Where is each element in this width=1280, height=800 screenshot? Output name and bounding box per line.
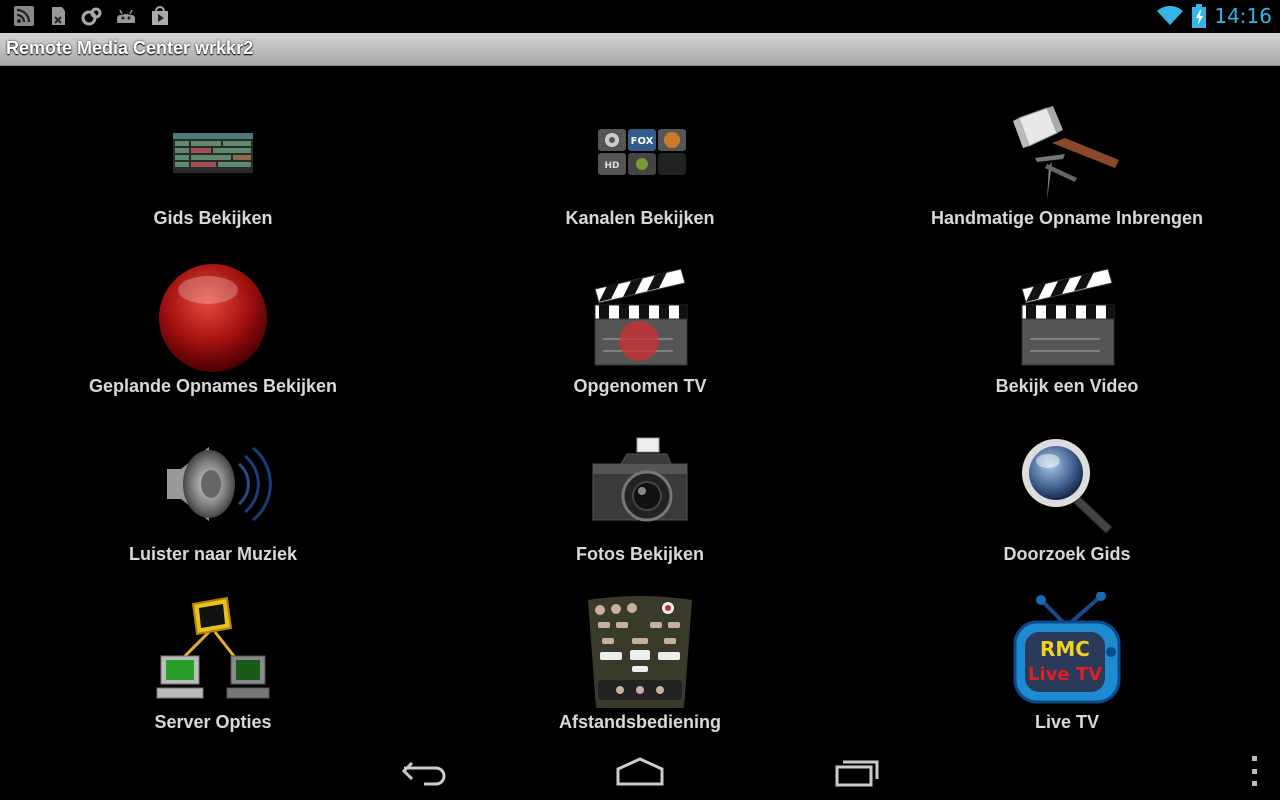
- menu-item-kanalen-bekijken[interactable]: FOX HD Kanalen Bekijken: [427, 66, 853, 234]
- menu-item-live-tv[interactable]: RMC Live TV Live TV: [854, 570, 1280, 738]
- rss-icon: [14, 6, 34, 26]
- network-icon: [156, 596, 270, 699]
- play-store-icon: [152, 6, 168, 25]
- menu-item-label: Bekijk een Video: [995, 376, 1139, 396]
- back-icon: [401, 761, 446, 786]
- clock: 14:16: [1214, 4, 1272, 28]
- magnifier-icon: [1022, 439, 1113, 534]
- menu-item-label: Server Opties: [154, 712, 272, 732]
- recent-apps-button[interactable]: [822, 752, 892, 792]
- live-tv-icon: RMC Live TV: [1013, 592, 1121, 704]
- menu-item-label: Live TV: [1034, 712, 1100, 732]
- menu-item-opgenomen-tv[interactable]: Opgenomen TV: [427, 234, 853, 402]
- menu-item-label: Fotos Bekijken: [575, 544, 705, 564]
- menu-item-label: Handmatige Opname Inbrengen: [930, 208, 1204, 228]
- svg-text:FOX: FOX: [631, 136, 654, 147]
- camera-icon: [592, 437, 688, 522]
- menu-grid: Gids Bekijken FOX HD Kanalen Bekijken Ha…: [0, 66, 1280, 742]
- app-title: Remote Media Center wrkkr2: [6, 38, 254, 58]
- menu-item-label: Afstandsbediening: [558, 712, 721, 732]
- app-title-bar: Remote Media Center wrkkr2: [0, 33, 1280, 66]
- menu-item-label: Doorzoek Gids: [1003, 544, 1131, 564]
- tv-guide-icon: [173, 133, 253, 173]
- live-tv-badge-bottom: Live TV: [1028, 664, 1102, 685]
- clapperboard-icon: [1021, 268, 1115, 366]
- android-debug-icon: [117, 9, 135, 23]
- menu-item-gids-bekijken[interactable]: Gids Bekijken: [0, 66, 426, 234]
- home-icon: [616, 757, 664, 786]
- sync-icon: [81, 7, 102, 26]
- menu-item-label: Kanalen Bekijken: [565, 208, 715, 228]
- status-bar: 14:16: [0, 0, 1280, 33]
- menu-item-label: Luister naar Muziek: [128, 544, 298, 564]
- menu-item-label: Opgenomen TV: [573, 376, 707, 396]
- speaker-icon: [167, 446, 272, 522]
- battery-icon: [1192, 4, 1207, 28]
- clapperboard-record-icon: [594, 268, 688, 366]
- menu-item-handmatige-opname[interactable]: Handmatige Opname Inbrengen: [854, 66, 1280, 234]
- wifi-icon: [1157, 5, 1184, 25]
- evernote-icon: [52, 7, 65, 25]
- home-button[interactable]: [605, 752, 675, 792]
- svg-text:HD: HD: [604, 161, 619, 171]
- menu-item-server-opties[interactable]: Server Opties: [0, 570, 426, 738]
- menu-item-doorzoek-gids[interactable]: Doorzoek Gids: [854, 402, 1280, 570]
- menu-item-label: Geplande Opnames Bekijken: [88, 376, 338, 396]
- navigation-bar: [0, 742, 1280, 800]
- menu-item-luister-muziek[interactable]: Luister naar Muziek: [0, 402, 426, 570]
- menu-item-geplande-opnames[interactable]: Geplande Opnames Bekijken: [0, 234, 426, 402]
- menu-item-afstandsbediening[interactable]: Afstandsbediening: [427, 570, 853, 738]
- menu-item-bekijk-video[interactable]: Bekijk een Video: [854, 234, 1280, 402]
- menu-item-fotos-bekijken[interactable]: Fotos Bekijken: [427, 402, 853, 570]
- channels-icon: FOX HD: [598, 129, 686, 175]
- live-tv-badge-top: RMC: [1040, 637, 1090, 661]
- remote-control-icon: [588, 596, 692, 708]
- recent-apps-icon: [835, 760, 879, 787]
- hammer-icon: [1013, 106, 1119, 200]
- overflow-menu-icon[interactable]: [1248, 756, 1260, 786]
- record-icon: [159, 264, 267, 372]
- back-button[interactable]: [389, 752, 459, 792]
- menu-item-label: Gids Bekijken: [153, 208, 273, 228]
